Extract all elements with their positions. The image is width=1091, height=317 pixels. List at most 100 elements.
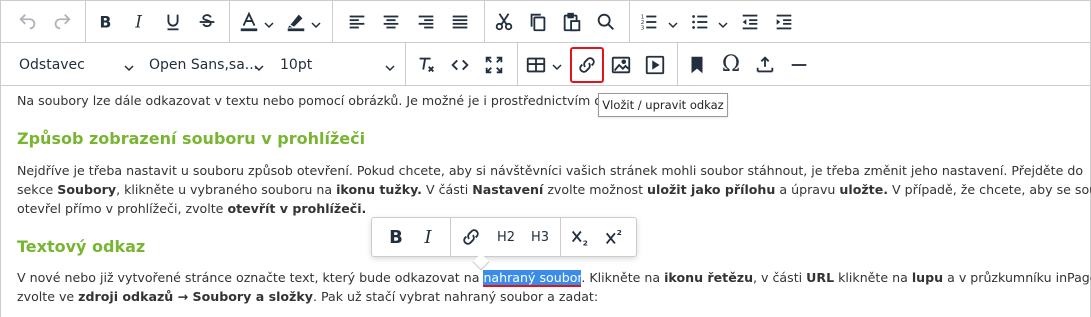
indent-icon[interactable] — [769, 6, 799, 38]
chevron-down-icon[interactable] — [310, 16, 322, 29]
quick-bold-button[interactable]: B — [382, 222, 410, 252]
quick-italic-button[interactable]: I — [414, 222, 442, 252]
insert-download-icon[interactable] — [750, 49, 780, 81]
numbered-list-icon[interactable]: 123 — [634, 6, 664, 38]
chevron-down-icon — [384, 59, 396, 72]
svg-text:2: 2 — [583, 238, 588, 247]
link-icon — [579, 57, 595, 73]
text-span: , v části — [753, 270, 807, 285]
horizontal-line-icon[interactable] — [784, 49, 814, 81]
search-icon[interactable] — [591, 6, 621, 38]
text-span: . Pak už stačí vybrat nahraný soubor a z… — [312, 289, 599, 304]
media-icon[interactable] — [640, 49, 670, 81]
special-character-icon[interactable]: Ω — [716, 49, 746, 81]
align-justify-icon[interactable] — [445, 6, 475, 38]
copy-icon[interactable] — [523, 6, 553, 38]
paragraph-line: otevřel přímo v prohlížeči, zvolte otevř… — [17, 199, 366, 218]
quick-link-button[interactable] — [457, 222, 485, 252]
text-span: klikněte na — [834, 270, 912, 285]
toolbar-separator — [405, 43, 406, 86]
chevron-down-icon[interactable] — [667, 16, 679, 29]
quickbar-separator — [560, 218, 561, 256]
paragraph-line: Nejdříve je třeba nastavit u souboru způ… — [17, 163, 1084, 178]
paste-icon[interactable] — [557, 6, 587, 38]
text-span: V případě, že chcete, aby se soubor — [892, 182, 1091, 197]
svg-text:I: I — [134, 13, 142, 32]
quickbar-separator — [450, 218, 451, 256]
clear-formatting-icon[interactable] — [411, 49, 441, 81]
paragraph-line: sekce Soubory, klikněte u vybraného soub… — [17, 180, 1091, 199]
selection-quickbar: B I H2 H3 2 2 — [371, 217, 637, 271]
cut-icon[interactable] — [489, 6, 519, 38]
text-color-icon[interactable] — [234, 6, 264, 38]
toolbar-separator — [484, 1, 485, 43]
text-span: . Klikněte na — [581, 270, 665, 285]
font-family-label: Open Sans,sa... — [149, 57, 259, 73]
omega-glyph: Ω — [721, 52, 741, 77]
link-icon — [463, 229, 479, 245]
redo-icon[interactable] — [47, 6, 77, 38]
source-code-icon[interactable] — [445, 49, 475, 81]
block-format-label: Odstavec — [19, 57, 85, 73]
quick-h2-button[interactable]: H2 — [492, 222, 520, 252]
underline-icon[interactable] — [158, 6, 188, 38]
bullet-list-icon[interactable] — [685, 6, 715, 38]
insert-link-button[interactable] — [570, 47, 604, 83]
bold-text: Soubory — [57, 182, 117, 197]
svg-text:2: 2 — [617, 228, 622, 237]
bold-text: otevřít v prohlížeči. — [227, 201, 367, 216]
font-size-select[interactable]: 10pt — [280, 54, 398, 76]
heading-text-link: Textový odkaz — [17, 237, 146, 256]
text-span: zvolte ve — [17, 289, 79, 304]
bookmark-icon[interactable] — [682, 49, 712, 81]
quick-h3-button[interactable]: H3 — [526, 222, 554, 252]
svg-text:B: B — [100, 14, 112, 32]
bold-text: ikonu tužky. — [336, 182, 422, 197]
chevron-down-icon — [253, 59, 265, 72]
outdent-icon[interactable] — [735, 6, 765, 38]
text-span: V nové nebo již vytvořené stránce označt… — [17, 270, 484, 285]
strikethrough-icon[interactable] — [192, 6, 222, 38]
text-span: a úpravu — [775, 182, 840, 197]
toolbar-row-1: B I 1 2 3 — [1, 1, 1090, 43]
align-center-icon[interactable] — [376, 6, 406, 38]
chevron-down-icon[interactable] — [263, 16, 275, 29]
bold-text: uložit jako přílohu — [647, 182, 776, 197]
heading-display-in-browser: Způsob zobrazení souboru v prohlížeči — [17, 129, 366, 148]
bold-text: Nastavení — [472, 182, 544, 197]
text-span: a v průzkumníku inPage — [943, 270, 1091, 285]
link-tooltip: Vložit / upravit odkaz — [598, 93, 728, 117]
selected-text[interactable]: nahraný soubor — [483, 270, 582, 287]
fullscreen-icon[interactable] — [479, 49, 509, 81]
text-span: otevřel přímo v prohlížeči, zvolte — [17, 201, 228, 216]
svg-text:3: 3 — [641, 25, 645, 31]
subscript-icon[interactable]: 2 — [566, 222, 594, 252]
table-icon[interactable] — [521, 49, 551, 81]
bold-icon[interactable]: B — [90, 6, 120, 38]
chevron-down-icon[interactable] — [717, 16, 729, 29]
image-icon[interactable] — [606, 49, 636, 81]
bold-text: zdroji odkazů → Soubory a složky — [78, 289, 313, 304]
highlight-color-icon[interactable] — [281, 6, 311, 38]
toolbar-separator — [629, 1, 630, 43]
paragraph-line: zvolte ve zdroji odkazů → Soubory a slož… — [17, 287, 598, 306]
align-right-icon[interactable] — [411, 6, 441, 38]
toolbar-separator — [229, 1, 230, 43]
text-span: V části — [421, 182, 473, 197]
paragraph-line: V nové nebo již vytvořené stránce označt… — [17, 268, 1091, 287]
text-span: , klikněte u vybraného souboru na — [116, 182, 337, 197]
block-format-select[interactable]: Odstavec — [19, 54, 137, 76]
undo-icon[interactable] — [13, 6, 43, 38]
italic-icon[interactable]: I — [124, 6, 154, 38]
font-family-select[interactable]: Open Sans,sa... — [149, 54, 267, 76]
align-left-icon[interactable] — [342, 6, 372, 38]
toolbar-separator — [332, 1, 333, 43]
chevron-down-icon[interactable] — [551, 58, 563, 71]
paragraph-intro: Na soubory lze dále odkazovat v textu ne… — [17, 93, 625, 108]
chevron-down-icon — [123, 59, 135, 72]
text-span: zvolte možnost — [543, 182, 648, 197]
toolbar-separator — [85, 1, 86, 43]
superscript-icon[interactable]: 2 — [600, 222, 628, 252]
font-size-label: 10pt — [280, 57, 313, 73]
bold-text: URL — [806, 270, 835, 285]
